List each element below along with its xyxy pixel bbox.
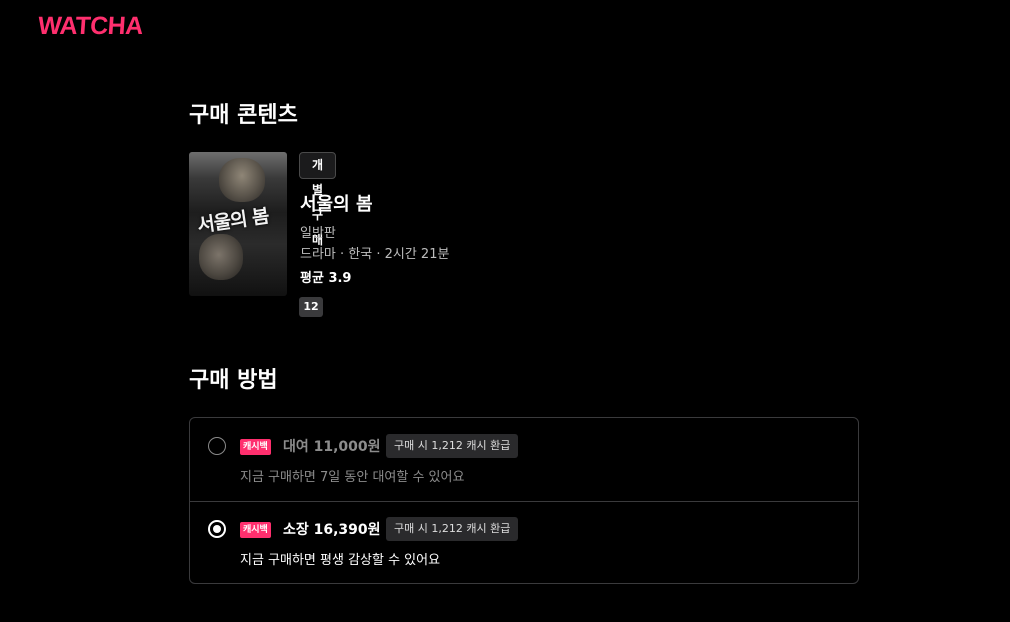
poster-figure-top bbox=[219, 158, 265, 202]
radio-rent[interactable] bbox=[208, 437, 226, 455]
purchase-options: 캐시백 대여 11,000원 구매 시 1,212 캐시 환급 지금 구매하면 … bbox=[189, 417, 859, 584]
age-rating-badge: 12 bbox=[299, 297, 323, 317]
purchase-content-title: 구매 콘텐츠 bbox=[189, 103, 298, 128]
cashback-badge: 캐시백 bbox=[240, 522, 271, 538]
movie-poster: 서울의 봄 bbox=[189, 152, 287, 296]
movie-rating: 평균 3.9 bbox=[300, 271, 352, 286]
own-description: 지금 구매하면 평생 감상할 수 있어요 bbox=[240, 553, 441, 568]
option-rent[interactable]: 캐시백 대여 11,000원 구매 시 1,212 캐시 환급 지금 구매하면 … bbox=[190, 418, 858, 502]
option-own[interactable]: 캐시백 소장 16,390원 구매 시 1,212 캐시 환급 지금 구매하면 … bbox=[190, 501, 858, 584]
radio-own[interactable] bbox=[208, 520, 226, 538]
own-refund-badge: 구매 시 1,212 캐시 환급 bbox=[386, 517, 519, 541]
rent-refund-badge: 구매 시 1,212 캐시 환급 bbox=[386, 434, 519, 458]
movie-meta: 드라마 · 한국 · 2시간 21분 bbox=[300, 247, 450, 262]
poster-figure-bottom bbox=[199, 234, 243, 280]
rent-price: 대여 11,000원 bbox=[283, 439, 381, 455]
poster-title-text: 서울의 봄 bbox=[196, 205, 270, 237]
movie-edition: 일반판 bbox=[300, 226, 336, 241]
cashback-badge: 캐시백 bbox=[240, 439, 271, 455]
movie-title: 서울의 봄 bbox=[300, 194, 373, 215]
own-price: 소장 16,390원 bbox=[283, 522, 381, 538]
rent-description: 지금 구매하면 7일 동안 대여할 수 있어요 bbox=[240, 470, 465, 485]
purchase-method-title: 구매 방법 bbox=[189, 368, 278, 393]
purchase-type-badge: 개별 구매 bbox=[299, 152, 337, 247]
watcha-logo[interactable]: WATCHA bbox=[37, 12, 144, 40]
